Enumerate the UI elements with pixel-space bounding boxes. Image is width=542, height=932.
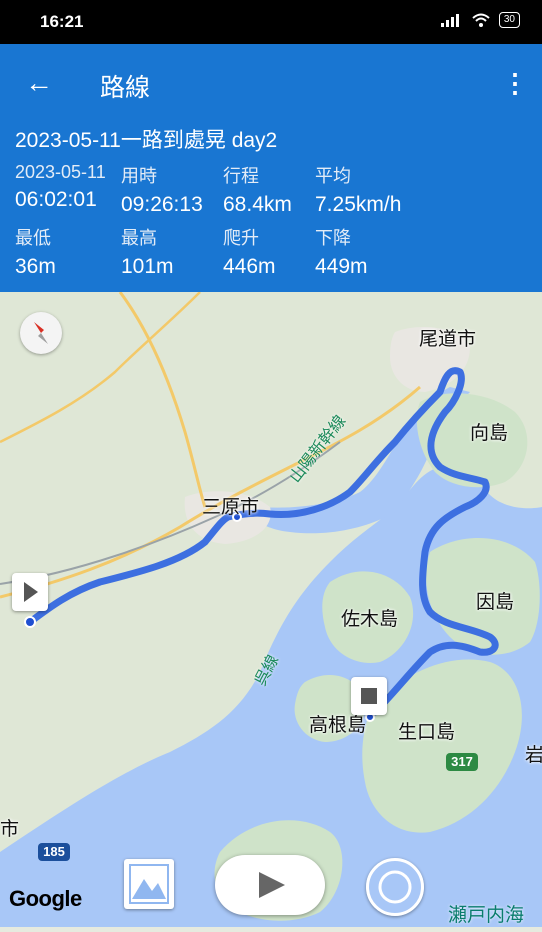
place-label-mihara: 三原市 (202, 497, 260, 518)
more-options-icon[interactable]: ⋮ (502, 66, 528, 100)
stat-value: 446m (223, 255, 276, 278)
page-title: 路線 (100, 74, 151, 102)
back-arrow-icon[interactable]: ← (22, 66, 56, 100)
play-triangle-icon (24, 582, 38, 602)
wifi-icon (472, 13, 490, 27)
route-start-marker[interactable] (12, 573, 48, 611)
compass-needle-icon (34, 322, 48, 344)
track-name: 2023-05-11一路到處晃 day2 (15, 129, 278, 152)
compass-button[interactable] (20, 312, 62, 354)
stat-value: 09:26:13 (121, 193, 203, 216)
location-circle-icon (378, 870, 412, 904)
start-point (24, 616, 36, 628)
my-location-button[interactable] (366, 858, 424, 916)
stat-label: 用時 (121, 166, 157, 186)
place-label-ikuchijima: 生口島 (398, 722, 456, 743)
route-map[interactable]: 尾道市 向島 三原市 因島 佐木島 高根島 生口島 岩 市 山陽新幹線 呉線 3… (0, 291, 542, 927)
stat-distance: 行程 68.4km (223, 162, 292, 217)
stat-start-time: 2023-05-11 06:02:01 (15, 162, 106, 212)
status-bar: 16:21 30 (0, 0, 542, 44)
stat-value: 7.25km/h (315, 193, 402, 216)
place-label-iwa: 岩 (525, 745, 542, 766)
stat-value: 68.4km (223, 193, 292, 216)
replay-play-button[interactable] (215, 855, 325, 915)
status-icons: 30 (440, 12, 520, 28)
route-header: ← 路線 ⋮ 2023-05-11一路到處晃 day2 2023-05-11 0… (0, 44, 542, 292)
place-label-mukaishima: 向島 (470, 423, 509, 444)
map-canvas[interactable] (0, 291, 542, 927)
battery-icon: 30 (498, 12, 520, 28)
stat-value: 36m (15, 255, 56, 278)
stop-square-icon (361, 688, 377, 704)
stat-label: 最高 (121, 228, 157, 248)
stat-label: 爬升 (223, 228, 259, 248)
status-time: 16:21 (40, 12, 84, 31)
stat-label: 下降 (315, 228, 351, 248)
sea-label-seto-inland-sea: 瀬戸内海 (448, 905, 525, 926)
stat-label: 平均 (315, 166, 351, 186)
stat-max-elevation: 最高 101m (121, 224, 174, 279)
stat-value: 06:02:01 (15, 188, 97, 211)
place-label-sagishima: 佐木島 (341, 609, 399, 630)
stat-ascent: 爬升 446m (223, 224, 276, 279)
signal-icon (440, 14, 459, 27)
google-logo: Google (9, 886, 82, 911)
place-label-city: 市 (0, 819, 20, 840)
stat-value: 101m (121, 255, 174, 278)
stat-value: 449m (315, 255, 368, 278)
stat-label: 行程 (223, 166, 259, 186)
landscape-icon (129, 864, 169, 904)
place-label-onomichi: 尾道市 (419, 329, 477, 350)
road-shield-317: 317 (446, 753, 478, 771)
stat-average-speed: 平均 7.25km/h (315, 162, 401, 217)
stat-min-elevation: 最低 36m (15, 224, 56, 279)
map-layers-button[interactable] (124, 859, 174, 909)
route-end-marker[interactable] (351, 677, 387, 715)
stat-label: 最低 (15, 228, 51, 248)
road-shield-185: 185 (38, 843, 70, 861)
place-label-innoshima: 因島 (476, 592, 515, 613)
play-icon (259, 872, 285, 898)
stat-descent: 下降 449m (315, 224, 368, 279)
stat-duration: 用時 09:26:13 (121, 162, 203, 217)
stat-label: 2023-05-11 (15, 162, 106, 182)
